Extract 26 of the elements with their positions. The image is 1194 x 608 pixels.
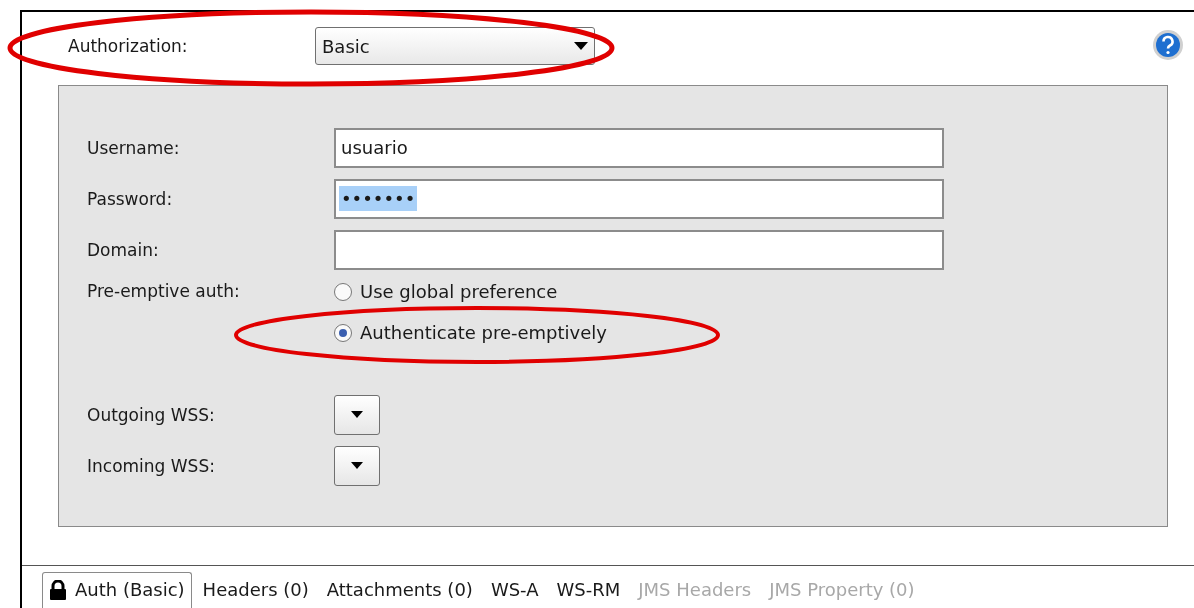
tab[interactable]: WS-RM [549,572,628,608]
caret-icon [574,42,588,50]
text-field[interactable] [334,229,944,270]
wss-label: Outgoing WSS: [87,404,216,425]
text-field[interactable]: ••••••• [334,178,944,219]
wss-label: Incoming WSS: [87,455,216,476]
preemptive-label: Pre-emptive auth: [87,281,241,301]
field-label: Domain: [87,239,160,260]
wss-dropdown[interactable] [334,394,380,435]
tab[interactable]: Headers (0) [195,572,316,608]
authorization-dropdown[interactable]: Basic [315,27,595,65]
text-field[interactable]: usuario [334,127,944,168]
field-label: Username: [87,137,181,158]
tab[interactable]: Attachments (0) [319,572,480,608]
tab[interactable]: Auth (Basic) [42,572,192,608]
caret-icon [351,411,363,418]
authorization-label: Authorization: [68,36,189,56]
field-label: Password: [87,188,174,209]
radio-option[interactable]: Use global preference [334,281,607,302]
help-icon[interactable] [1152,29,1184,61]
caret-icon [351,462,363,469]
lock-icon [49,579,67,600]
wss-dropdown[interactable] [334,445,380,486]
radio-button[interactable] [334,323,352,342]
tab[interactable]: WS-A [483,572,546,608]
radio-button[interactable] [334,282,352,301]
